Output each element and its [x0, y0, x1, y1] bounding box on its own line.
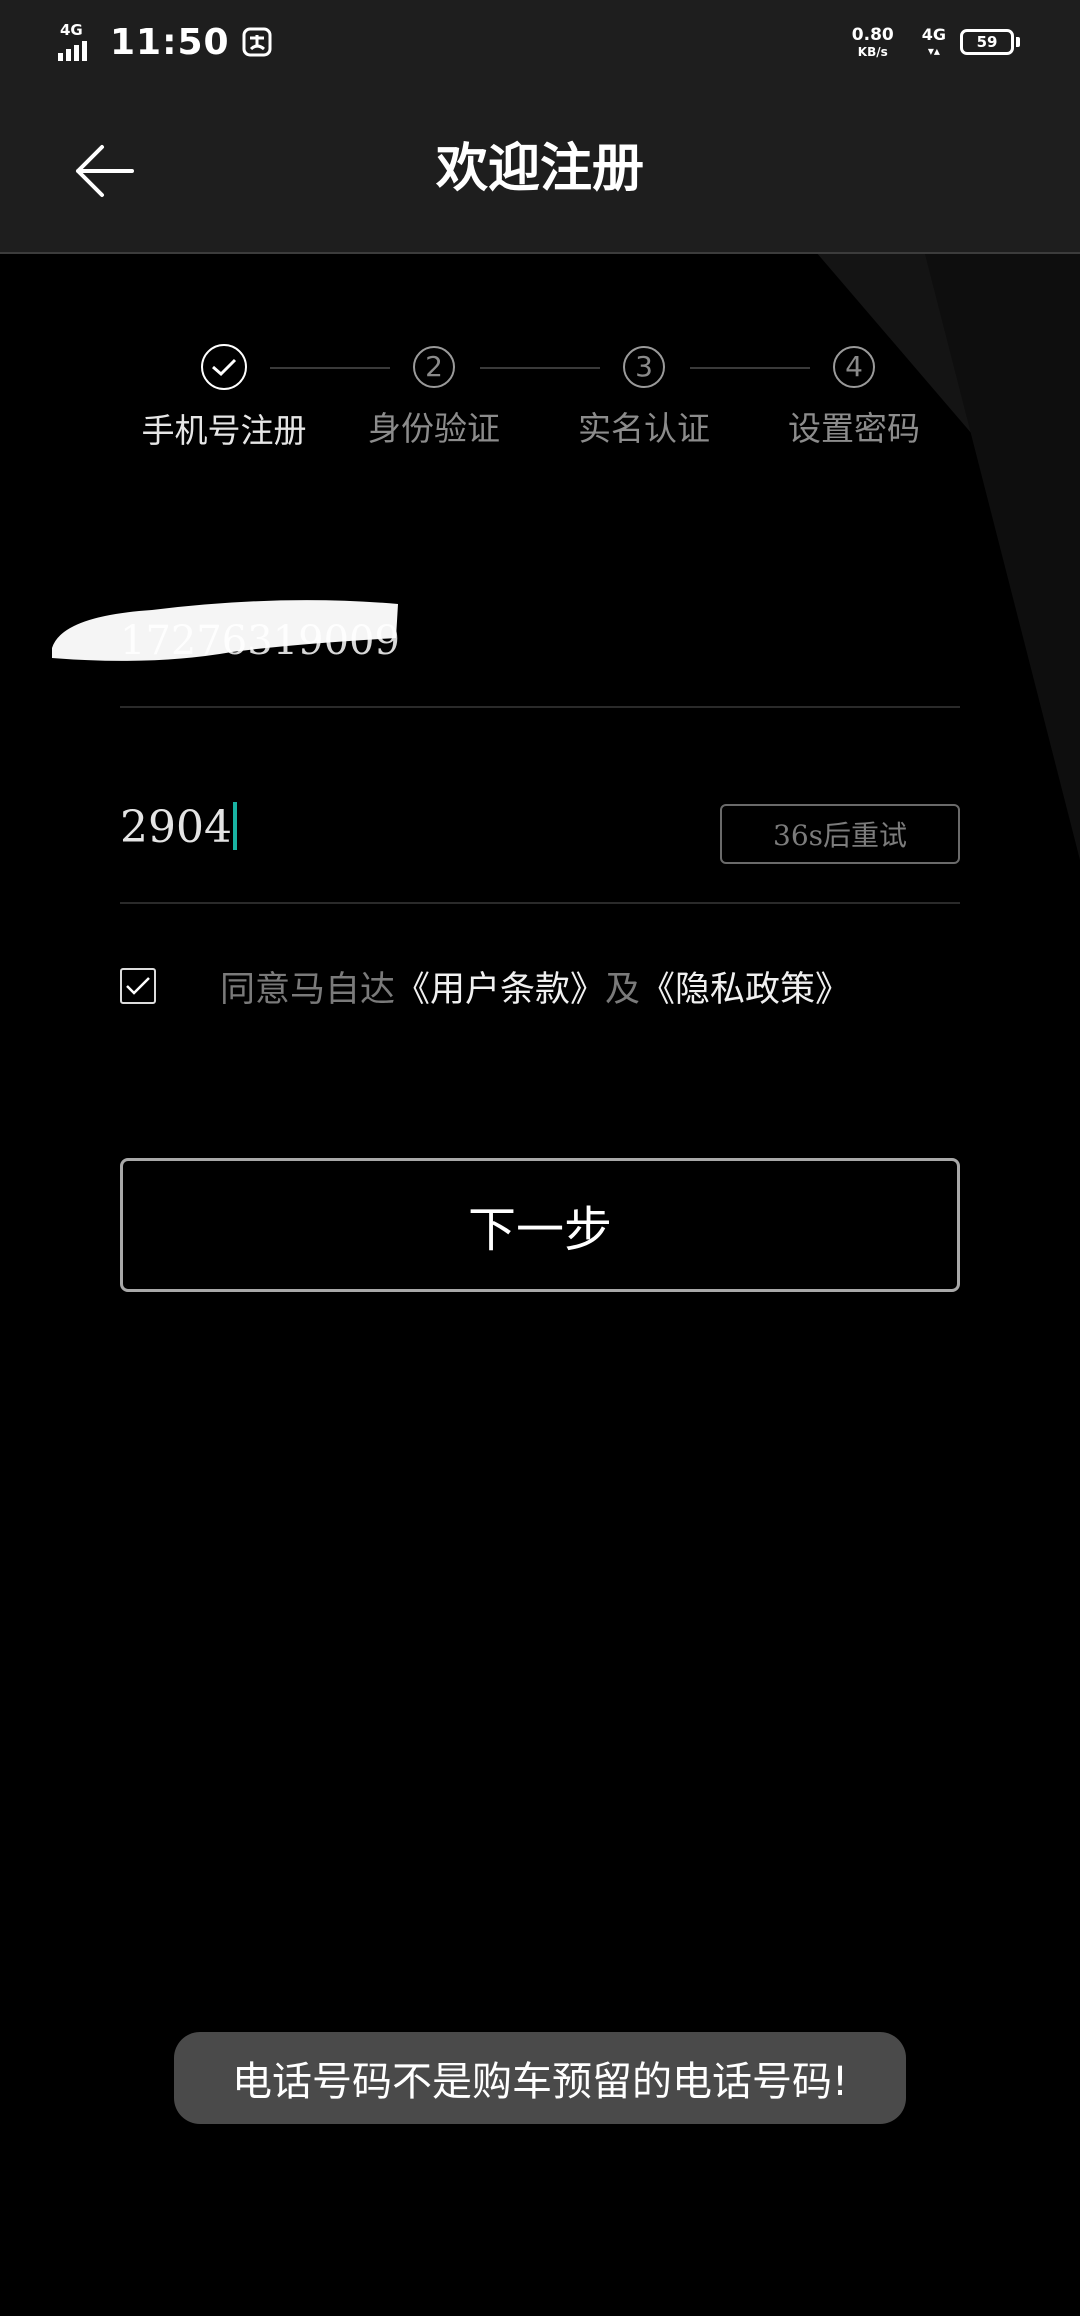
step-number: 3: [623, 346, 665, 388]
app-header: 欢迎注册: [0, 84, 1080, 254]
terms-link[interactable]: 《用户条款》: [395, 970, 605, 1010]
battery-icon: 59: [960, 29, 1014, 55]
redaction-mark: [52, 600, 398, 661]
agreement-prefix: 同意马自达: [220, 969, 396, 1010]
step-phone-register: 手机号注册: [114, 330, 334, 452]
app-notification-icon: [242, 27, 272, 57]
network-type-2: 4G: [921, 25, 946, 44]
next-step-button[interactable]: 下一步: [120, 1158, 960, 1292]
agreement-checkbox[interactable]: [120, 968, 156, 1004]
check-circle-icon: [201, 344, 247, 390]
verification-code-field[interactable]: 2904 36s后重试: [120, 782, 960, 904]
page-title: 欢迎注册: [435, 139, 644, 199]
network-speed-value: 0.80: [851, 24, 894, 45]
signal-icon: 4G: [58, 21, 98, 63]
network-type: 4G: [60, 21, 83, 39]
step-number: 2: [413, 346, 455, 388]
agreement-text: 同意马自达《用户条款》及《隐私政策》: [220, 961, 850, 1012]
text-caret: [232, 802, 237, 850]
phone-field[interactable]: 17276319009: [52, 580, 960, 708]
agreement-row: 同意马自达《用户条款》及《隐私政策》: [120, 964, 1020, 1010]
step-label: 实名认证: [578, 409, 710, 448]
registration-stepper: 手机号注册 2 身份验证 3 实名认证 4 设置密码: [0, 330, 1080, 460]
network-speed: 0.80 KB/s: [851, 24, 894, 59]
error-toast: 电话号码不是购车预留的电话号码!: [174, 2032, 906, 2124]
step-label: 身份验证: [368, 409, 500, 448]
status-bar: 4G 11:50 0.80 KB/s 4G ▾▴ 59: [0, 0, 1080, 84]
network-speed-unit: KB/s: [857, 44, 888, 59]
step-identity-verify: 2 身份验证: [324, 330, 544, 450]
agreement-conjunction: 及: [605, 969, 641, 1010]
step-label: 设置密码: [788, 409, 920, 448]
step-number: 4: [833, 346, 875, 388]
code-value: 2904: [120, 802, 232, 853]
status-time: 11:50: [110, 21, 230, 63]
mobile-data-icon: 4G ▾▴: [921, 25, 946, 58]
battery-level: 59: [976, 33, 998, 51]
resend-code-button[interactable]: 36s后重试: [720, 804, 960, 864]
code-input[interactable]: 2904: [120, 802, 237, 853]
step-set-password: 4 设置密码: [744, 330, 964, 450]
step-real-name: 3 实名认证: [534, 330, 754, 450]
checkmark-icon: [126, 977, 150, 995]
step-label: 手机号注册: [141, 411, 307, 450]
privacy-link[interactable]: 《隐私政策》: [640, 970, 850, 1010]
back-arrow-icon[interactable]: [70, 136, 140, 206]
